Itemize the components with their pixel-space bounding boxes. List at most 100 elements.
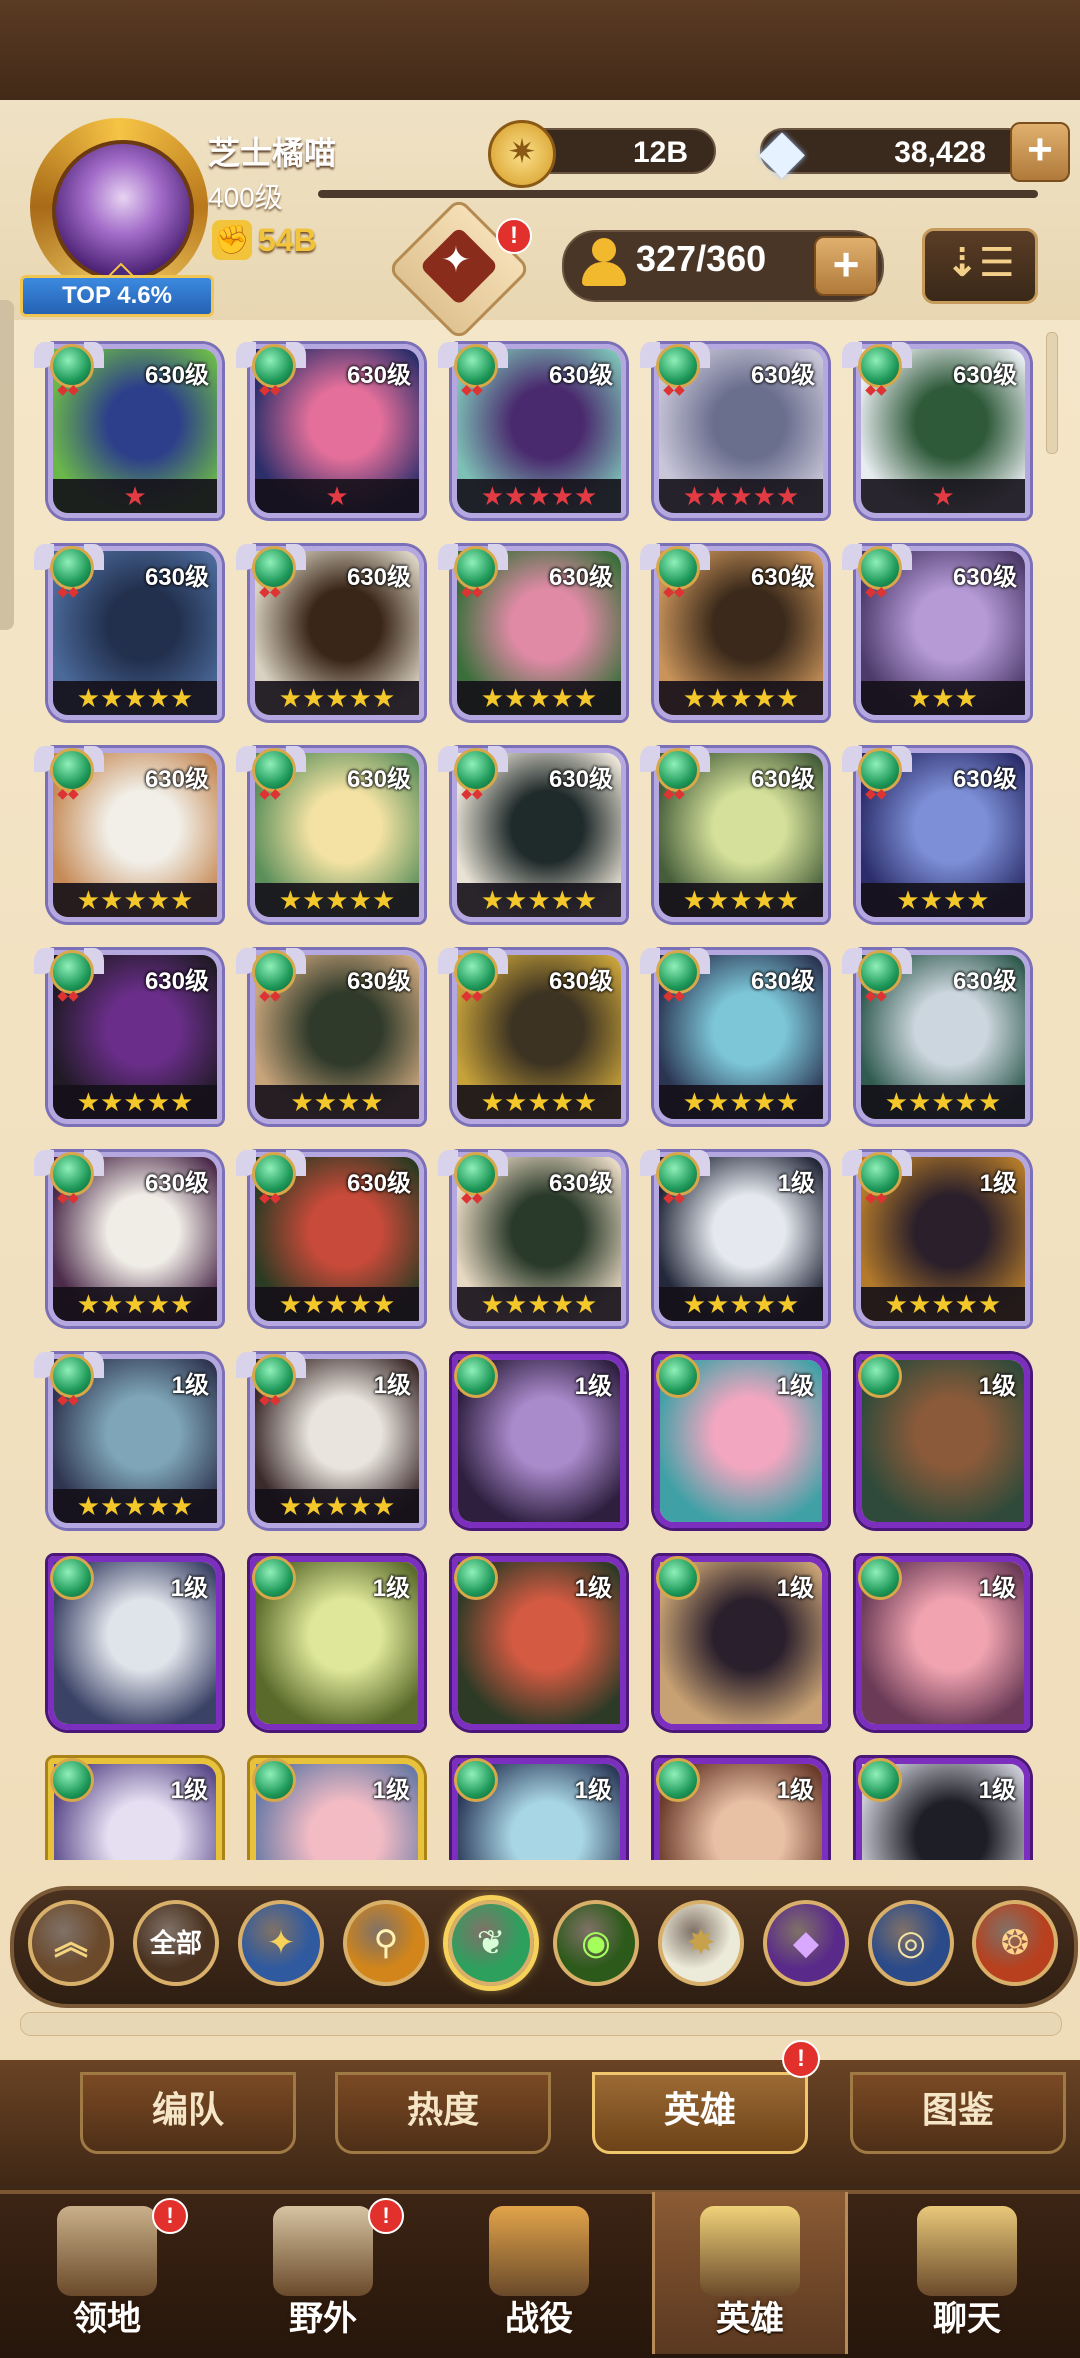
wilder-faction-icon: ◆◆ xyxy=(438,740,508,801)
wilder-faction-icon xyxy=(444,1346,502,1404)
rank-diamond-icon: ◆◆ xyxy=(663,1189,685,1205)
hero-level: 630级 xyxy=(750,362,815,389)
faction-gem xyxy=(50,1758,94,1802)
hero-level: 630级 xyxy=(952,362,1017,389)
wilder-faction-icon: ◆◆ xyxy=(842,1144,912,1205)
filter-divider xyxy=(20,2012,1062,2036)
rank-diamond-icon: ◆◆ xyxy=(461,785,483,801)
filter-draconis-button[interactable]: ❂ xyxy=(972,1900,1058,1986)
tab-codex[interactable]: 图鉴 xyxy=(850,2072,1066,2154)
hero-level: 630级 xyxy=(750,564,815,591)
notification-badge: ! xyxy=(152,2198,188,2234)
hero-level: 630级 xyxy=(144,362,209,389)
player-name: 芝士橘喵 xyxy=(208,135,337,171)
nav-castle[interactable]: 领地! xyxy=(12,2192,202,2354)
hero-stars: ★★★★★ xyxy=(255,883,419,917)
wilder-faction-icon xyxy=(646,1750,704,1808)
hero-stars: ★★★★★ xyxy=(457,681,621,715)
hero-stars: ★ xyxy=(255,479,419,513)
filter-wilder-button[interactable]: ❦ xyxy=(448,1900,534,1986)
nav-label: 英雄 xyxy=(716,2300,784,2338)
faction-gem xyxy=(252,1758,296,1802)
faction-gem xyxy=(656,1354,700,1398)
avatar-portrait xyxy=(52,140,194,282)
top-wood-band xyxy=(0,0,1080,110)
hero-stars: ★★★★★ xyxy=(53,1489,217,1523)
hero-level: 630级 xyxy=(144,564,209,591)
filter-lightbearer-button[interactable]: ✦ xyxy=(238,1900,324,1986)
hero-stars: ★★★★★ xyxy=(659,1287,823,1321)
wilder-faction-icon: ◆◆ xyxy=(842,740,912,800)
hero-level: 630级 xyxy=(548,362,613,389)
hero-level: 630级 xyxy=(548,1170,613,1197)
rank-diamond-icon: ◆◆ xyxy=(259,1391,281,1407)
filter-collapse-button[interactable]: ︽ xyxy=(28,1900,114,1986)
faction-gem xyxy=(50,1556,94,1600)
hero-stars: ★★★★★ xyxy=(255,1287,419,1321)
hero-level: 630级 xyxy=(952,968,1017,995)
hero-level: 630级 xyxy=(548,968,613,995)
hero-level: 630级 xyxy=(346,968,411,995)
nav-crossed-swords[interactable]: 战役 xyxy=(444,2192,634,2354)
wilder-faction-icon: ◆◆ xyxy=(842,942,912,1002)
rank-diamond-icon: ◆◆ xyxy=(461,987,483,1003)
rank-diamond-icon: ◆◆ xyxy=(57,785,79,801)
nav-map-scroll[interactable]: 野外! xyxy=(228,2192,418,2354)
nav-hero-helmet[interactable]: 英雄 xyxy=(652,2192,848,2354)
hero-level: 1级 xyxy=(574,1373,612,1400)
hero-stars: ★★★★★ xyxy=(53,1085,217,1119)
wilder-faction-icon xyxy=(848,1548,906,1606)
tab-formation[interactable]: 编队 xyxy=(80,2072,296,2154)
hero-stars: ★★★ xyxy=(861,681,1025,715)
nav-label: 战役 xyxy=(505,2300,573,2338)
hero-level: 1级 xyxy=(777,1170,815,1197)
rank-diamond-icon: ◆◆ xyxy=(663,381,685,397)
tab-heroes[interactable]: 英雄 xyxy=(592,2072,808,2154)
filter-hypogean-button[interactable]: ◆ xyxy=(763,1900,849,1986)
hero-stars: ★★★★★ xyxy=(457,1287,621,1321)
player-avatar[interactable] xyxy=(30,118,208,300)
faction-gem xyxy=(858,1556,902,1600)
hero-level: 1级 xyxy=(171,1372,209,1399)
sort-button[interactable]: ⇣☰ xyxy=(922,228,1038,304)
nav-chat-bubble[interactable]: 聊天 xyxy=(872,2192,1062,2354)
filter-mauler-button[interactable]: ⚲ xyxy=(343,1900,429,1986)
hero-level: 630级 xyxy=(952,564,1017,591)
hero-stars: ★★★★★ xyxy=(659,681,823,715)
wilder-faction-icon: ◆◆ xyxy=(34,942,104,1002)
faction-gem xyxy=(454,1556,498,1600)
wilder-faction-icon: ◆◆ xyxy=(438,942,508,1003)
filter-dimensional-button[interactable]: ◎ xyxy=(868,1900,954,1986)
hero-level: 630级 xyxy=(952,766,1017,793)
faction-gem xyxy=(656,1556,700,1600)
hero-slots-count: 327/360 xyxy=(636,238,767,279)
filter-celestial-button[interactable]: ✸ xyxy=(658,1900,744,1986)
rank-diamond-icon: ◆◆ xyxy=(865,1189,887,1205)
rank-diamond-icon: ◆◆ xyxy=(461,1189,483,1205)
filter-graveborn-button[interactable]: ◉ xyxy=(553,1900,639,1986)
hero-stars: ★★★★★ xyxy=(255,681,419,715)
wilder-faction-icon: ◆◆ xyxy=(236,1346,306,1407)
rank-diamond-icon: ◆◆ xyxy=(259,381,281,397)
faction-gem xyxy=(656,1758,700,1802)
tab-popularity[interactable]: 热度 xyxy=(335,2072,551,2154)
notification-badge: ! xyxy=(368,2198,404,2234)
hero-stars: ★★★★★ xyxy=(659,1085,823,1119)
rank-diamond-icon: ◆◆ xyxy=(57,583,79,599)
faction-gem xyxy=(252,1556,296,1600)
hero-stars: ★★★★★ xyxy=(53,1287,217,1321)
hero-stars: ★★★★★ xyxy=(861,1287,1025,1321)
filter-all-button[interactable]: 全部 xyxy=(133,1900,219,1986)
hero-level: 630级 xyxy=(346,362,411,389)
wilder-faction-icon: ◆◆ xyxy=(236,538,306,598)
wilder-faction-icon: ◆◆ xyxy=(34,1346,104,1406)
hero-level: 630级 xyxy=(750,968,815,995)
faction-gem xyxy=(454,1758,498,1802)
add-hero-slots-button[interactable]: + xyxy=(814,236,878,296)
add-diamonds-button[interactable]: + xyxy=(1010,122,1070,182)
wilder-faction-icon xyxy=(646,1346,704,1404)
hero-level: 1级 xyxy=(979,1170,1017,1197)
hero-stars: ★★★★ xyxy=(861,883,1025,917)
hero-grid: 630级 ★ ◆◆ 630级 ★ ◆◆ 630级 ★★★★★ ◆◆ 630级 ★★★★★ ◆◆ 630级… xyxy=(0,330,1080,1860)
faction-gem xyxy=(858,1758,902,1802)
